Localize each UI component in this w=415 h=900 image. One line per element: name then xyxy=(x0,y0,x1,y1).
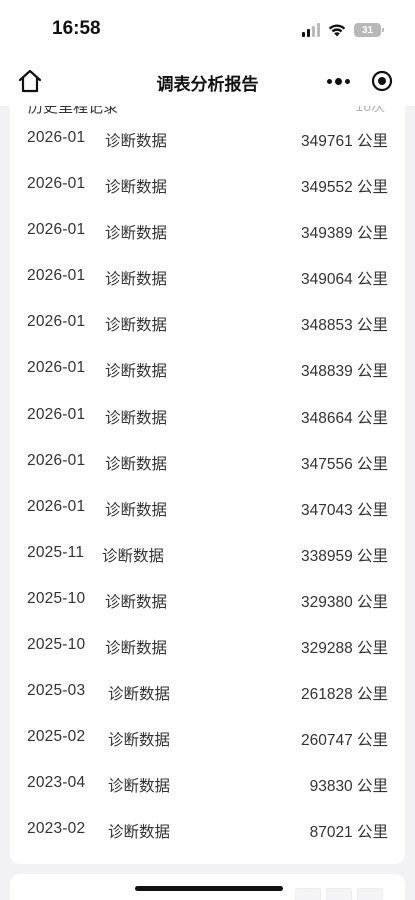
thumbnail-image xyxy=(357,888,383,900)
record-mileage: 349389 公里 xyxy=(300,225,388,243)
record-type: 诊断数据 xyxy=(105,363,168,381)
record-mileage: 329288 公里 xyxy=(300,640,388,658)
record-type: 诊断数据 xyxy=(108,686,171,704)
record-date: 2026-01 xyxy=(27,175,86,193)
record-type: 诊断数据 xyxy=(105,501,168,519)
record-date: 2026-01 xyxy=(27,497,86,515)
record-mileage: 93830 公里 xyxy=(309,778,388,796)
record-mileage: 87021 公里 xyxy=(309,824,388,842)
record-type: 诊断数据 xyxy=(105,317,168,335)
scroll-content[interactable]: 历史里程记录 16次 2026-01 诊断数据 349761 公里 2026-0… xyxy=(0,106,415,900)
status-icons: 31 xyxy=(302,21,384,39)
list-item: 2026-01 诊断数据 349552 公里 xyxy=(10,162,405,208)
record-date: 2023-02 xyxy=(27,820,86,838)
record-date: 2025-03 xyxy=(27,682,86,700)
record-count: 16次 xyxy=(355,106,385,114)
battery-level: 31 xyxy=(361,24,374,36)
list-item: 2026-01 诊断数据 349064 公里 xyxy=(10,254,405,300)
record-type: 诊断数据 xyxy=(105,593,168,611)
mileage-history-card: 历史里程记录 16次 2026-01 诊断数据 349761 公里 2026-0… xyxy=(10,106,405,864)
record-mileage: 347556 公里 xyxy=(300,455,388,473)
record-mileage: 338959 公里 xyxy=(300,547,388,565)
record-date: 2026-01 xyxy=(27,221,86,239)
record-mileage: 260747 公里 xyxy=(300,732,388,750)
list-item: 2026-01 诊断数据 349761 公里 xyxy=(10,116,405,162)
record-mileage: 349761 公里 xyxy=(300,133,388,150)
record-type: 诊断数据 xyxy=(102,547,165,565)
record-date: 2026-01 xyxy=(27,313,86,331)
record-mileage: 347043 公里 xyxy=(300,501,388,519)
list-item: 2026-01 诊断数据 349389 公里 xyxy=(10,208,405,254)
card-header: 历史里程记录 16次 xyxy=(10,106,405,116)
more-dots-icon[interactable] xyxy=(316,65,360,97)
record-mileage: 329380 公里 xyxy=(300,593,388,611)
list-item: 2025-10 诊断数据 329288 公里 xyxy=(10,623,405,669)
record-date: 2026-01 xyxy=(27,267,86,285)
record-type: 诊断数据 xyxy=(105,225,168,243)
status-time: 16:58 xyxy=(52,18,101,39)
signal-icon xyxy=(302,23,320,37)
nav-bar: 调表分析报告 xyxy=(0,56,415,106)
record-date: 2025-11 xyxy=(27,543,85,561)
record-mileage: 261828 公里 xyxy=(300,686,388,704)
list-item: 2023-04 诊断数据 93830 公里 xyxy=(10,761,405,807)
list-item: 2023-02 诊断数据 87021 公里 xyxy=(10,807,405,853)
mini-program-capsule xyxy=(316,65,404,97)
record-type: 诊断数据 xyxy=(105,179,168,197)
list-item: 2025-02 诊断数据 260747 公里 xyxy=(10,715,405,761)
record-type: 诊断数据 xyxy=(108,732,171,750)
record-type: 诊断数据 xyxy=(105,133,168,150)
thumbnail-image xyxy=(326,888,352,900)
record-date: 2025-10 xyxy=(27,636,86,654)
record-date: 2026-01 xyxy=(27,451,86,469)
record-type: 诊断数据 xyxy=(105,271,168,289)
status-bar: 16:58 31 xyxy=(0,0,415,56)
record-date: 2023-04 xyxy=(27,774,86,792)
list-item: 2026-01 诊断数据 347556 公里 xyxy=(10,439,405,485)
thumbnail-image xyxy=(295,888,321,900)
record-type: 诊断数据 xyxy=(105,640,168,658)
record-date: 2025-02 xyxy=(27,728,86,746)
list-item: 2026-01 诊断数据 348839 公里 xyxy=(10,346,405,392)
record-mileage: 348853 公里 xyxy=(300,317,388,335)
record-date: 2026-01 xyxy=(27,359,86,377)
battery-icon: 31 xyxy=(354,23,384,37)
record-type: 诊断数据 xyxy=(105,409,168,427)
wifi-icon xyxy=(328,24,346,37)
record-mileage: 348664 公里 xyxy=(300,409,388,427)
list-item: 2025-11 诊断数据 338959 公里 xyxy=(10,531,405,577)
home-indicator[interactable] xyxy=(135,886,283,891)
list-item: 2026-01 诊断数据 347043 公里 xyxy=(10,485,405,531)
list-item: 2026-01 诊断数据 348664 公里 xyxy=(10,393,405,439)
target-circle-icon[interactable] xyxy=(360,65,404,97)
record-type: 诊断数据 xyxy=(108,778,171,796)
list-item: 2025-03 诊断数据 261828 公里 xyxy=(10,669,405,715)
record-type: 诊断数据 xyxy=(105,455,168,473)
record-mileage: 349064 公里 xyxy=(300,271,388,289)
record-mileage: 349552 公里 xyxy=(300,179,388,197)
list-item: 2025-10 诊断数据 329380 公里 xyxy=(10,577,405,623)
record-list: 2026-01 诊断数据 349761 公里 2026-01 诊断数据 3495… xyxy=(10,116,405,854)
record-date: 2025-10 xyxy=(27,589,86,607)
record-type: 诊断数据 xyxy=(108,824,171,842)
list-item: 2026-01 诊断数据 348853 公里 xyxy=(10,300,405,346)
record-date: 2026-01 xyxy=(27,129,86,146)
record-date: 2026-01 xyxy=(27,405,86,423)
record-mileage: 348839 公里 xyxy=(300,363,388,381)
